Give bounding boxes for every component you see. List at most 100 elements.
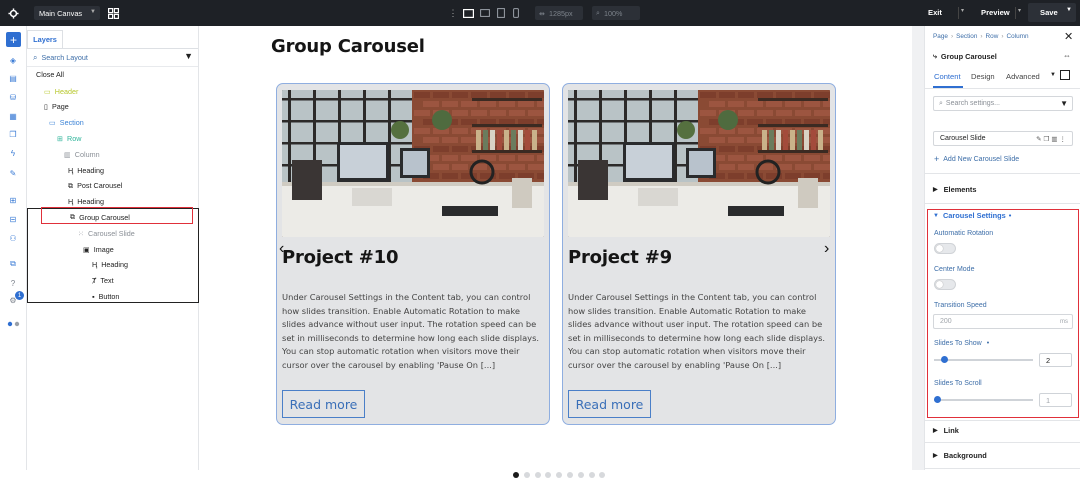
layers-icon[interactable]: ◈: [6, 53, 20, 67]
lightning-icon[interactable]: ϟ: [6, 146, 20, 160]
automatic-rotation-toggle[interactable]: [934, 243, 956, 254]
layer-item[interactable]: ▭ Section: [49, 116, 84, 130]
breadcrumb: Page › Section › Row › Column: [933, 33, 1029, 40]
tab-layers[interactable]: Layers: [27, 30, 63, 48]
tree-icon[interactable]: ⊟: [6, 212, 20, 226]
breadcrumb-item[interactable]: Row: [986, 33, 999, 40]
heading-icon: Ⱨ: [68, 197, 74, 207]
pagination-dot[interactable]: [513, 472, 519, 478]
canvas-select[interactable]: Main Canvas ▼: [34, 6, 100, 20]
section-background[interactable]: ▶ Background: [933, 451, 987, 460]
brush-icon[interactable]: ✎: [6, 166, 20, 180]
section-carousel-settings[interactable]: ▼ Carousel Settings •: [933, 211, 1011, 220]
slides-to-scroll-slider[interactable]: [934, 396, 1033, 403]
carousel-next-arrow-icon[interactable]: ›: [824, 240, 829, 258]
breadcrumb-item[interactable]: Section: [956, 33, 977, 40]
pagination-dot[interactable]: [534, 472, 541, 478]
phone-view-icon[interactable]: [510, 7, 522, 19]
transition-speed-input[interactable]: 200 ms: [933, 314, 1073, 329]
layer-item[interactable]: ▭ Header: [44, 84, 78, 98]
close-all-link[interactable]: Close All: [36, 70, 64, 79]
layer-item[interactable]: ⧉ Post Carousel: [68, 179, 122, 193]
center-mode-toggle[interactable]: [934, 279, 956, 290]
layer-item[interactable]: Ⱨ Heading: [68, 163, 104, 177]
pagination-dot[interactable]: [545, 472, 552, 478]
document-icon[interactable]: ▦: [6, 109, 20, 123]
tab-advanced[interactable]: Advanced: [1006, 72, 1040, 81]
desktop-view-icon[interactable]: [462, 7, 474, 19]
breadcrumb-item[interactable]: Column: [1006, 33, 1028, 40]
filter-icon[interactable]: ▼: [1060, 99, 1068, 108]
read-more-button[interactable]: Read more: [568, 390, 651, 418]
slides-to-show-input[interactable]: 2: [1039, 353, 1072, 367]
more-icon[interactable]: ⋮: [1060, 136, 1069, 143]
pagination-dot[interactable]: [577, 472, 584, 478]
tab-content[interactable]: Content: [934, 72, 961, 81]
pagination-dot[interactable]: [599, 472, 606, 478]
settings-search[interactable]: ⌕ Search settings... ▼: [933, 96, 1073, 111]
slider-handle[interactable]: [934, 396, 941, 403]
carousel-slide[interactable]: Project #9 Under Carousel Settings in th…: [562, 83, 836, 425]
tab-design[interactable]: Design: [971, 72, 995, 81]
delete-icon[interactable]: ▥: [1051, 136, 1059, 143]
layer-item[interactable]: ⧉ Group Carousel: [70, 210, 130, 224]
width-input[interactable]: ⇹ 1285px: [535, 6, 583, 20]
carousel-prev-arrow-icon[interactable]: ‹: [279, 240, 284, 258]
layer-item-label: Group Carousel: [79, 212, 130, 222]
slides-to-scroll-input[interactable]: 1: [1039, 393, 1072, 407]
preview-button[interactable]: Preview: [981, 8, 1010, 17]
layer-item[interactable]: Ⱨ Heading: [68, 195, 104, 209]
add-icon[interactable]: +: [6, 32, 21, 47]
close-icon[interactable]: ✕: [1064, 30, 1073, 43]
layer-item[interactable]: Ⱨ Heading: [92, 258, 128, 272]
add-slide-link[interactable]: + Add New Carousel Slide: [934, 154, 1019, 164]
layer-item[interactable]: ▣ Image: [83, 242, 114, 256]
drag-handle-icon[interactable]: ⋮: [449, 7, 458, 19]
grid-icon[interactable]: [106, 6, 120, 20]
tabs-more-chevron-icon[interactable]: ▼: [1050, 72, 1056, 78]
copy-icon[interactable]: ❐: [6, 127, 20, 141]
section-elements[interactable]: ▶ Elements: [933, 185, 977, 194]
window-mode-icon[interactable]: [1060, 70, 1070, 80]
slide-item[interactable]: Carousel Slide ✎❐▥⋮: [933, 131, 1073, 146]
layer-item[interactable]: ▯ Page: [44, 100, 69, 114]
module-options-icon[interactable]: ⇔: [1063, 51, 1071, 60]
read-more-button[interactable]: Read more: [282, 390, 365, 418]
pagination-dot[interactable]: [556, 472, 563, 478]
carousel-slide[interactable]: Project #10 Under Carousel Settings in t…: [276, 83, 550, 425]
edit-icon[interactable]: ✎: [1036, 136, 1043, 143]
pagination-dot[interactable]: [567, 472, 573, 478]
section-link[interactable]: ▶ Link: [933, 426, 959, 435]
header-icon: ▭: [44, 86, 51, 96]
layer-item[interactable]: ⊞ Row: [57, 131, 81, 145]
slides-to-show-slider[interactable]: [934, 356, 1033, 363]
zoom-input[interactable]: ⌕ 100%: [592, 6, 640, 20]
help-icon[interactable]: ?: [6, 276, 20, 290]
layer-item[interactable]: Ⱦ Text: [92, 274, 114, 288]
exit-menu-chevron-icon[interactable]: ▾: [958, 7, 966, 19]
stack-icon[interactable]: ⧉: [6, 257, 20, 271]
layer-item[interactable]: ⁙ Carousel Slide: [78, 226, 135, 240]
users-icon[interactable]: ⚇: [6, 231, 20, 245]
preview-menu-chevron-icon[interactable]: ▾: [1015, 7, 1023, 19]
pages-icon[interactable]: ▤: [6, 71, 20, 85]
sitemap-icon[interactable]: ⊞: [6, 193, 20, 207]
database-icon[interactable]: ⛁: [6, 90, 20, 104]
pagination-dot[interactable]: [523, 472, 530, 478]
exit-button[interactable]: Exit: [928, 8, 942, 17]
toggle-icon[interactable]: [7, 320, 20, 327]
save-button[interactable]: Save ▼: [1028, 3, 1076, 22]
breadcrumb-item[interactable]: Page: [933, 33, 948, 40]
gear-icon[interactable]: [6, 6, 20, 20]
layers-search[interactable]: ⌕ Search Layout ▼: [33, 51, 195, 64]
canvas-scrollbar[interactable]: [912, 26, 924, 470]
layer-item[interactable]: ▪ Button: [92, 289, 119, 303]
tablet-view-icon[interactable]: [495, 7, 507, 19]
pagination-dot[interactable]: [588, 472, 595, 478]
tab-advanced-label: Advanced: [1006, 72, 1040, 81]
layer-item[interactable]: ▥ Column: [64, 147, 100, 161]
caret-right-icon: ▶: [933, 187, 938, 193]
laptop-view-icon[interactable]: [479, 7, 491, 19]
filter-icon[interactable]: ▼: [184, 51, 193, 61]
save-menu-chevron-icon[interactable]: ▼: [1066, 7, 1072, 13]
